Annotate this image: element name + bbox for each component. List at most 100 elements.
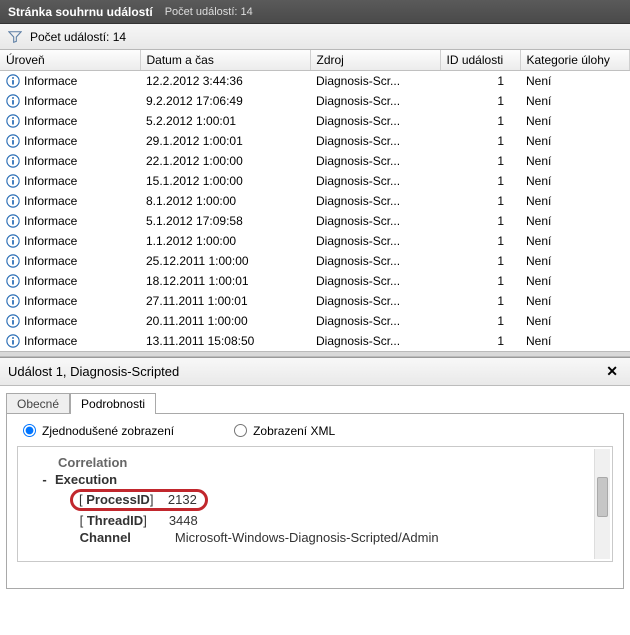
table-row[interactable]: Informace 22.1.2012 1:00:00Diagnosis-Scr.… — [0, 151, 630, 171]
table-row[interactable]: Informace15.1.2012 1:00:00Diagnosis-Scr.… — [0, 171, 630, 191]
cell-level: Informace — [24, 94, 77, 108]
tab-general[interactable]: Obecné — [6, 393, 70, 414]
table-row[interactable]: Informace5.2.2012 1:00:01Diagnosis-Scr..… — [0, 111, 630, 131]
info-icon — [6, 254, 20, 268]
cell-id: 1 — [440, 271, 520, 291]
cell-category: Není — [520, 171, 630, 191]
cell-level: Informace — [24, 214, 77, 228]
filter-label: Počet událostí: 14 — [30, 30, 126, 44]
cell-source: Diagnosis-Scr... — [310, 311, 440, 331]
table-row[interactable]: Informace1.1.2012 1:00:00Diagnosis-Scr..… — [0, 231, 630, 251]
cell-level: Informace — [24, 174, 77, 188]
cell-level: Informace — [24, 294, 77, 308]
info-icon — [6, 154, 20, 168]
radio-friendly-input[interactable] — [23, 424, 36, 437]
cell-level: Informace — [24, 274, 77, 288]
channel-key: Channel — [80, 530, 131, 545]
radio-xml-input[interactable] — [234, 424, 247, 437]
cell-source: Diagnosis-Scr... — [310, 251, 440, 271]
cell-source: Diagnosis-Scr... — [310, 131, 440, 151]
cell-source: Diagnosis-Scr... — [310, 331, 440, 351]
info-icon — [6, 174, 20, 188]
info-icon — [6, 334, 20, 348]
scroll-thumb[interactable] — [597, 477, 608, 517]
cell-category: Není — [520, 231, 630, 251]
col-level[interactable]: Úroveň — [0, 50, 140, 71]
close-icon[interactable]: ✕ — [602, 363, 622, 380]
col-id[interactable]: ID události — [440, 50, 520, 71]
process-id-value: 2132 — [168, 492, 197, 507]
tabs: Obecné Podrobnosti — [6, 392, 624, 413]
info-icon — [6, 294, 20, 308]
scrollbar[interactable] — [594, 449, 610, 559]
cell-category: Není — [520, 271, 630, 291]
radio-friendly[interactable]: Zjednodušené zobrazení — [23, 424, 174, 438]
detail-title: Událost 1, Diagnosis-Scripted — [8, 364, 179, 379]
table-header-row[interactable]: Úroveň Datum a čas Zdroj ID události Kat… — [0, 50, 630, 71]
cell-category: Není — [520, 111, 630, 131]
col-category[interactable]: Kategorie úlohy — [520, 50, 630, 71]
cell-source: Diagnosis-Scr... — [310, 291, 440, 311]
col-source[interactable]: Zdroj — [310, 50, 440, 71]
table-row[interactable]: Informace 27.11.2011 1:00:01Diagnosis-Scr… — [0, 291, 630, 311]
info-icon — [6, 134, 20, 148]
cell-category: Není — [520, 331, 630, 351]
table-row[interactable]: Informace8.1.2012 1:00:00Diagnosis-Scr..… — [0, 191, 630, 211]
cell-level: Informace — [24, 194, 77, 208]
tab-details[interactable]: Podrobnosti — [70, 393, 156, 414]
cell-category: Není — [520, 91, 630, 111]
cell-source: Diagnosis-Scr... — [310, 71, 440, 91]
cell-category: Není — [520, 191, 630, 211]
col-datetime[interactable]: Datum a čas — [140, 50, 310, 71]
detail-panel: Událost 1, Diagnosis-Scripted ✕ Obecné P… — [0, 357, 630, 589]
cell-datetime: 5.1.2012 17:09:58 — [140, 211, 310, 231]
info-icon — [6, 94, 20, 108]
cell-id: 1 — [440, 211, 520, 231]
cell-level: Informace — [24, 134, 77, 148]
cell-level: Informace — [24, 74, 77, 88]
table-row[interactable]: Informace29.1.2012 1:00:01Diagnosis-Scr.… — [0, 131, 630, 151]
cell-level: Informace — [24, 114, 77, 128]
cell-datetime: 22.1.2012 1:00:00 — [140, 151, 310, 171]
cell-id: 1 — [440, 251, 520, 271]
info-icon — [6, 114, 20, 128]
thread-id-value: 3448 — [169, 513, 198, 528]
cell-level: Informace — [24, 314, 77, 328]
cell-category: Není — [520, 251, 630, 271]
filter-icon[interactable] — [8, 30, 22, 44]
info-icon — [6, 214, 20, 228]
cell-datetime: 9.2.2012 17:06:49 — [140, 91, 310, 111]
tree-execution: Execution — [55, 472, 117, 487]
table-row[interactable]: Informace 20.11.2011 1:00:00Diagnosis-Scr… — [0, 311, 630, 331]
cell-level: Informace — [24, 154, 77, 168]
cell-id: 1 — [440, 331, 520, 351]
cell-category: Není — [520, 311, 630, 331]
cell-level: Informace — [24, 234, 77, 248]
collapse-icon[interactable]: - — [40, 472, 49, 487]
cell-source: Diagnosis-Scr... — [310, 151, 440, 171]
cell-id: 1 — [440, 291, 520, 311]
table-row[interactable]: Informace13.11.2011 15:08:50Diagnosis-Sc… — [0, 331, 630, 351]
cell-source: Diagnosis-Scr... — [310, 271, 440, 291]
table-row[interactable]: Informace25.12.2011 1:00:00Diagnosis-Scr… — [0, 251, 630, 271]
info-icon — [6, 314, 20, 328]
filter-bar: Počet událostí: 14 — [0, 24, 630, 50]
cell-datetime: 27.11.2011 1:00:01 — [140, 291, 310, 311]
cell-level: Informace — [24, 334, 77, 348]
cell-id: 1 — [440, 191, 520, 211]
table-row[interactable]: Informace9.2.2012 17:06:49Diagnosis-Scr.… — [0, 91, 630, 111]
window-subtitle: Počet událostí: 14 — [165, 6, 253, 18]
table-row[interactable]: Informace 5.1.2012 17:09:58Diagnosis-Scr.… — [0, 211, 630, 231]
radio-xml[interactable]: Zobrazení XML — [234, 424, 335, 438]
cell-source: Diagnosis-Scr... — [310, 211, 440, 231]
cell-id: 1 — [440, 311, 520, 331]
table-row[interactable]: Informace12.2.2012 3:44:36Diagnosis-Scr.… — [0, 71, 630, 91]
cell-datetime: 15.1.2012 1:00:00 — [140, 171, 310, 191]
cell-id: 1 — [440, 71, 520, 91]
cell-datetime: 20.11.2011 1:00:00 — [140, 311, 310, 331]
cell-id: 1 — [440, 171, 520, 191]
table-row[interactable]: Informace18.12.2011 1:00:01Diagnosis-Scr… — [0, 271, 630, 291]
detail-header: Událost 1, Diagnosis-Scripted ✕ — [0, 358, 630, 386]
cell-category: Není — [520, 291, 630, 311]
cell-level: Informace — [24, 254, 77, 268]
